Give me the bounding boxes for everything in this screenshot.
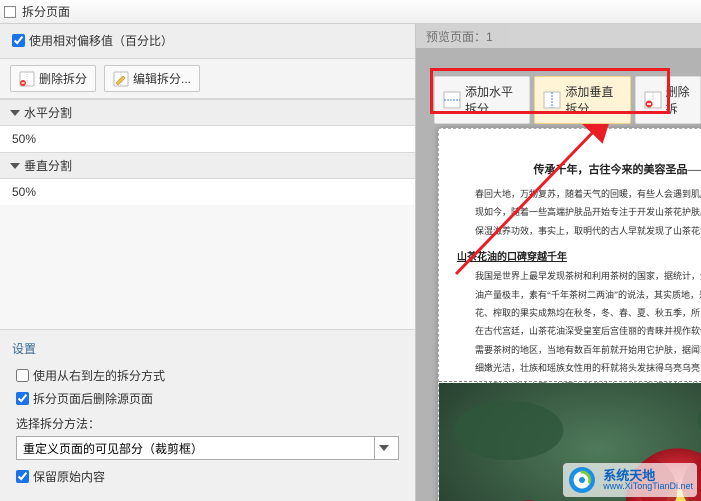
horizontal-split-icon — [443, 91, 461, 109]
split-method-value: 重定义页面的可见部分（裁剪框） — [23, 440, 203, 457]
delete-split-preview-button[interactable]: 删除拆 — [635, 76, 701, 124]
doc-para: 春回大地，万物复苏，随着天气的回暖，有些人会遇到肌肤干燥、敏感等问题…… — [457, 187, 701, 201]
delete-split-icon — [19, 71, 35, 87]
delete-source-input[interactable] — [16, 392, 29, 405]
delete-source-checkbox[interactable]: 拆分页面后删除源页面 — [16, 390, 399, 407]
relative-offset-input[interactable] — [12, 34, 25, 47]
relative-offset-checkbox[interactable]: 使用相对偏移值（百分比） — [12, 32, 173, 49]
add-vertical-split-button[interactable]: 添加垂直拆分 — [534, 76, 630, 124]
horizontal-split-value[interactable]: 50% — [0, 126, 415, 152]
edit-split-label: 编辑拆分... — [133, 70, 191, 87]
window-titlebar: 拆分页面 — [0, 0, 701, 24]
horizontal-split-header[interactable]: 水平分割 — [0, 99, 415, 126]
split-edit-toolbar: 删除拆分 编辑拆分... — [0, 59, 415, 99]
delete-split-label: 删除拆分 — [39, 70, 87, 87]
settings-section: 设置 使用从右到左的拆分方式 拆分页面后删除源页面 选择拆分方法： 重定义页面的… — [0, 329, 415, 501]
settings-title: 设置 — [12, 340, 403, 357]
add-horizontal-split-label: 添加水平拆分 — [465, 83, 521, 117]
delete-split-button[interactable]: 删除拆分 — [10, 65, 96, 92]
keep-original-input[interactable] — [16, 470, 29, 483]
split-settings-panel: 使用相对偏移值（百分比） 删除拆分 编辑拆分... 水平分割 50% — [0, 24, 416, 501]
relative-offset-label: 使用相对偏移值（百分比） — [29, 32, 173, 49]
watermark-logo: 系统天地 www.XiTongTianDi.net — [563, 463, 697, 497]
split-guide-horizontal[interactable] — [439, 381, 701, 382]
doc-para: 在古代宫廷，山茶花油深受皇室后宫佳丽的青睐并视作软体佳品。民间妇女也知山茶…… — [457, 324, 701, 338]
dropdown-arrow-icon — [374, 437, 392, 459]
keep-original-label: 保留原始内容 — [33, 468, 105, 485]
doc-para: 需要茶树的地区，当地有数百年前就开始用它护肤，据闻慈禧太后爱女性喜欢用山…… — [457, 343, 701, 357]
edit-split-icon — [113, 71, 129, 87]
add-vertical-split-label: 添加垂直拆分 — [565, 83, 621, 117]
spacer — [0, 205, 415, 329]
keep-original-checkbox[interactable]: 保留原始内容 — [16, 468, 399, 485]
rtl-split-input[interactable] — [16, 369, 29, 382]
doc-para: 油产量极丰，素有“千年茶树二两油”的说法，其实质地，是山茶树生长缓慢、树龄…… — [457, 288, 701, 302]
window-title: 拆分页面 — [22, 3, 70, 20]
doc-subhead: 山茶花油的口碑穿越千年 — [457, 248, 701, 263]
horizontal-split-header-label: 水平分割 — [24, 104, 72, 121]
logo-url: www.XiTongTianDi.net — [603, 482, 693, 491]
doc-para: 保湿滋养功效，事实上，取明代的古人早就发现了山茶花油的奥秘，并把它视为珍贵…… — [457, 224, 701, 238]
collapse-icon — [10, 110, 20, 116]
split-method-label: 选择拆分方法： — [16, 415, 399, 432]
vertical-split-value[interactable]: 50% — [0, 179, 415, 205]
doc-para: 花、榨取的果实成熟均在秋冬，冬、春、夏、秋五季，所以营养独特。 — [457, 306, 701, 320]
vertical-split-header[interactable]: 垂直分割 — [0, 152, 415, 179]
preview-header-label: 预览页面：1 — [426, 28, 493, 45]
vertical-split-icon — [543, 91, 561, 109]
add-horizontal-split-button[interactable]: 添加水平拆分 — [434, 76, 530, 124]
app-icon — [4, 6, 16, 18]
vertical-split-header-label: 垂直分割 — [24, 157, 72, 174]
doc-title: 传承千年，古往今来的美容圣品——山茶花 — [457, 161, 701, 177]
document-preview: 传承千年，古往今来的美容圣品——山茶花 春回大地，万物复苏，随着天气的回暖，有些… — [438, 128, 701, 501]
split-method-select[interactable]: 重定义页面的可见部分（裁剪框） — [16, 436, 399, 460]
delete-split-preview-label: 删除拆 — [666, 83, 692, 117]
preview-header: 预览页面：1 — [416, 24, 701, 48]
doc-para: 细嫩光洁，壮族和瑶族女性用的秆就将头发抹得乌亮乌亮，头发柔顺又黑亮。如今…… — [457, 361, 701, 375]
delete-split-preview-icon — [644, 91, 662, 109]
delete-source-label: 拆分页面后删除源页面 — [33, 390, 153, 407]
doc-para: 我国是世界上最早发现茶树和利用茶树的国家，据统计，全球茶油产量的90%…… — [457, 269, 701, 283]
preview-panel: 预览页面：1 添加水平拆分 添加垂直拆分 删除拆 — [416, 24, 701, 501]
logo-icon — [567, 465, 597, 495]
edit-split-button[interactable]: 编辑拆分... — [104, 65, 200, 92]
relative-offset-row: 使用相对偏移值（百分比） — [0, 24, 415, 59]
rtl-split-checkbox[interactable]: 使用从右到左的拆分方式 — [16, 367, 399, 384]
preview-toolbar: 添加水平拆分 添加垂直拆分 删除拆 — [434, 76, 701, 124]
rtl-split-label: 使用从右到左的拆分方式 — [33, 367, 165, 384]
doc-para: 现如今，随着一些高端护肤品开始专注于开发山茶花护肤品。林清轩山茶花油，…… — [457, 205, 701, 219]
collapse-icon — [10, 163, 20, 169]
